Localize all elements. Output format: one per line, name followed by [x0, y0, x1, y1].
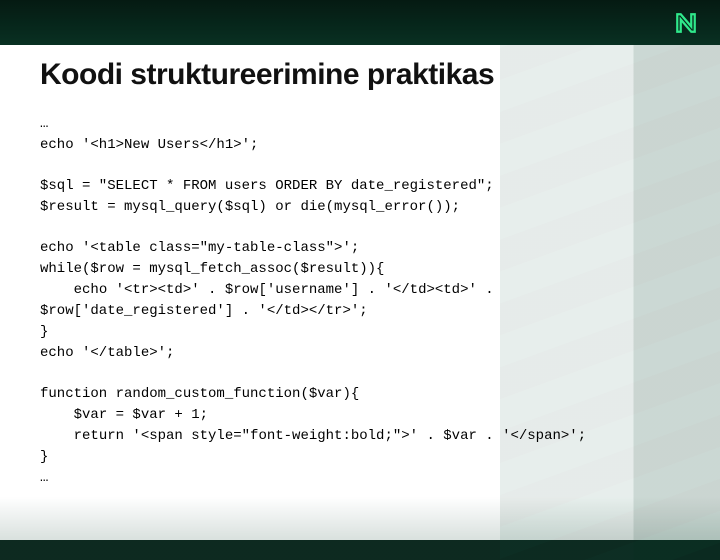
- logo-icon: [672, 9, 700, 37]
- code-block-3: echo '<table class="my-table-class">'; w…: [40, 238, 680, 364]
- slide-content: Koodi struktureerimine praktikas … echo …: [40, 58, 680, 509]
- top-bar: [0, 0, 720, 45]
- slide-title: Koodi struktureerimine praktikas: [40, 58, 680, 92]
- code-block-1: … echo '<h1>New Users</h1>';: [40, 114, 680, 156]
- code-block-4: function random_custom_function($var){ $…: [40, 384, 680, 489]
- code-block-2: $sql = "SELECT * FROM users ORDER BY dat…: [40, 176, 680, 218]
